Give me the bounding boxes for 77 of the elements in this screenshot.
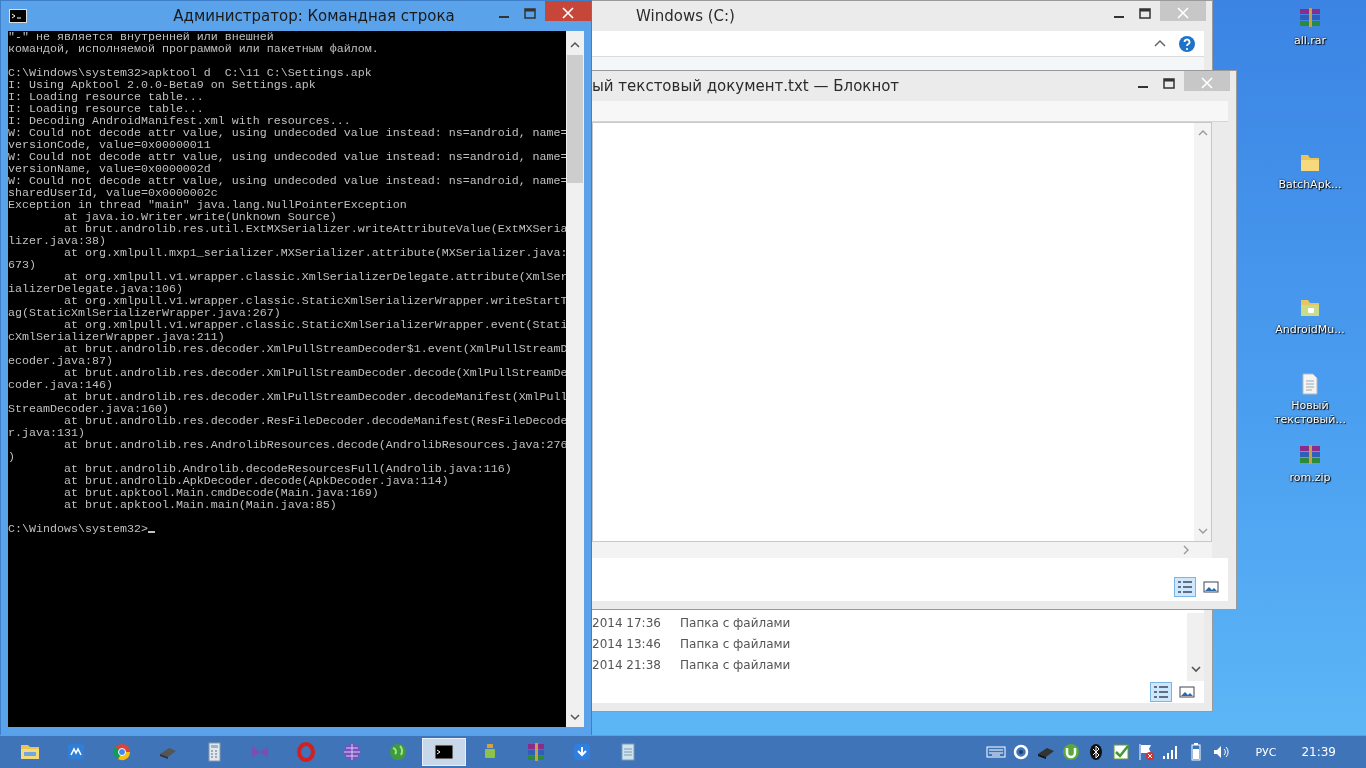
- console-line: "-" не является внутренней или внешней: [8, 31, 275, 43]
- console-line: at brut.androlib.ApkDecoder.decode(ApkDecoder.java:114): [62, 475, 450, 487]
- type-cell: Папка с файлами: [680, 637, 791, 651]
- console-line: Exception in thread "main" java.lang.NullPointerException: [8, 199, 408, 211]
- console-line: W: Could not decode attr value, using undecoded value instead: ns=android, name=: [8, 175, 567, 187]
- window-title: ый текстовый документ.txt — Блокнот: [592, 77, 900, 95]
- type-cell: Папка с файлами: [680, 616, 791, 631]
- text-cursor: [147, 531, 155, 533]
- console-line: I: Loading resource table...: [8, 103, 205, 115]
- console-line: C:\Windows\system32>apktool d C:\11 C:\Settings.apk: [8, 67, 373, 79]
- console-line: sharedUserId, value=0x0000002c: [8, 187, 219, 199]
- image-icon: [1202, 579, 1220, 595]
- date-cell-text: 2014 13:46: [592, 637, 662, 651]
- close-button[interactable]: [545, 1, 591, 21]
- icon-label[interactable]: AndroidMu...: [1275, 323, 1345, 337]
- console-line: at java.io.Writer.write(Unknown Source): [62, 211, 338, 223]
- console-line: at brut.androlib.res.decoder.XmlPullStreamDecoder.decode(XmlPullStreamDe: [62, 367, 567, 379]
- close-icon: [1177, 6, 1189, 19]
- image-icon: [1178, 684, 1196, 700]
- console-line: versionCode, value=0x00000011: [8, 139, 212, 151]
- ball-icon: [111, 741, 133, 763]
- icon-label[interactable]: rom.zip: [1289, 471, 1331, 485]
- console-line: versionName, value=0x0000002d: [8, 163, 212, 175]
- language-indicator[interactable]: РУС: [1255, 745, 1277, 759]
- details-view-button[interactable]: [1150, 682, 1172, 702]
- console-line: at brut.androlib.res.decoder.ResFileDecoder.decodeManifest(ResFileDecode: [62, 415, 567, 427]
- globe-icon: [387, 741, 409, 763]
- console-line: at brut.androlib.res.AndrolibResources.decode(AndrolibResources.java:276: [62, 439, 567, 451]
- console-icon: [9, 9, 27, 23]
- console-line: I: Loading resource table...: [8, 91, 205, 103]
- details-view-button[interactable]: [1174, 577, 1196, 597]
- icon-label[interactable]: BatchApk...: [1278, 178, 1342, 192]
- ring-icon: [295, 741, 317, 763]
- console-line: coder.java:146): [8, 379, 114, 391]
- console-line: r.java:131): [8, 427, 86, 439]
- console-line: командой, исполняемой программой или пакетным файлом.: [8, 43, 380, 55]
- close-icon: [562, 6, 574, 19]
- console-line: 673): [8, 259, 37, 271]
- taskbar-button[interactable]: [422, 738, 466, 766]
- console-line: at brut.apktool.Main.cmdDecode(Main.java:169): [62, 487, 380, 499]
- type-cell: Папка с файлами: [680, 657, 791, 672]
- scrollbar[interactable]: [592, 542, 1212, 558]
- console-line: I: Using Apktool 2.0.0-Beta9 on Settings.apk: [8, 79, 317, 91]
- date-cell-text: 2014 21:38: [592, 657, 662, 672]
- list-icon: [1176, 579, 1194, 595]
- console-line: at brut.androlib.Androlib.decodeResourcesFull(Androlib.java:116): [62, 463, 513, 475]
- icon-label[interactable]: Новый текстовый...: [1270, 399, 1350, 427]
- console-line: I: Decoding AndroidManifest.xml with resources...: [8, 115, 352, 127]
- console-line: at brut.apktool.Main.main(Main.java:85): [62, 499, 338, 511]
- console-icon: [433, 741, 455, 763]
- download-icon: [571, 741, 593, 763]
- console-line: ializerDelegate.java:106): [8, 283, 184, 295]
- console-line: cXmlSerializerWrapper.java:211): [8, 331, 226, 343]
- scroll-thumb[interactable]: [567, 55, 584, 183]
- console-line: W: Could not decode attr value, using undecoded value instead: ns=android, name=: [8, 151, 567, 163]
- console-line: ecoder.java:87): [8, 355, 114, 367]
- window-title: Администратор: Командная строка: [172, 7, 456, 25]
- console-line: StreamDecoder.java:160): [8, 403, 170, 415]
- window-title: Windows (C:): [635, 7, 735, 25]
- console-line: C:\Windows\system32>: [8, 523, 567, 535]
- console-line: ): [8, 451, 16, 463]
- books-icon: [525, 741, 547, 763]
- console-line: at org.xmlpull.mxp1_serializer.MXSerializer.attribute(MXSerializer.java:: [62, 247, 567, 259]
- close-icon: [1201, 76, 1213, 89]
- scrollbar[interactable]: [566, 31, 584, 727]
- icon-label[interactable]: all.rar: [1293, 34, 1327, 48]
- list-icon: [1152, 684, 1170, 700]
- globe-icon: [341, 741, 363, 763]
- console-line: at brut.androlib.res.decoder.XmlPullStreamDecoder.decodeManifest(XmlPull: [62, 391, 567, 403]
- scrollbar[interactable]: [1187, 613, 1204, 681]
- console-line: lizer.java:38): [8, 235, 107, 247]
- help-icon[interactable]: [1178, 34, 1196, 53]
- console-line: W: Could not decode attr value, using undecoded value instead: ns=android, name=: [8, 127, 567, 139]
- clock[interactable]: 21:39: [1301, 745, 1336, 759]
- date-cell-text: 2014 17:36: [592, 616, 662, 631]
- console-line: at org.xmlpull.v1.wrapper.classic.XmlSerializerDelegate.attribute(XmlSer: [62, 271, 567, 283]
- console-line: ag(StaticXmlSerializerWrapper.java:267): [8, 307, 282, 319]
